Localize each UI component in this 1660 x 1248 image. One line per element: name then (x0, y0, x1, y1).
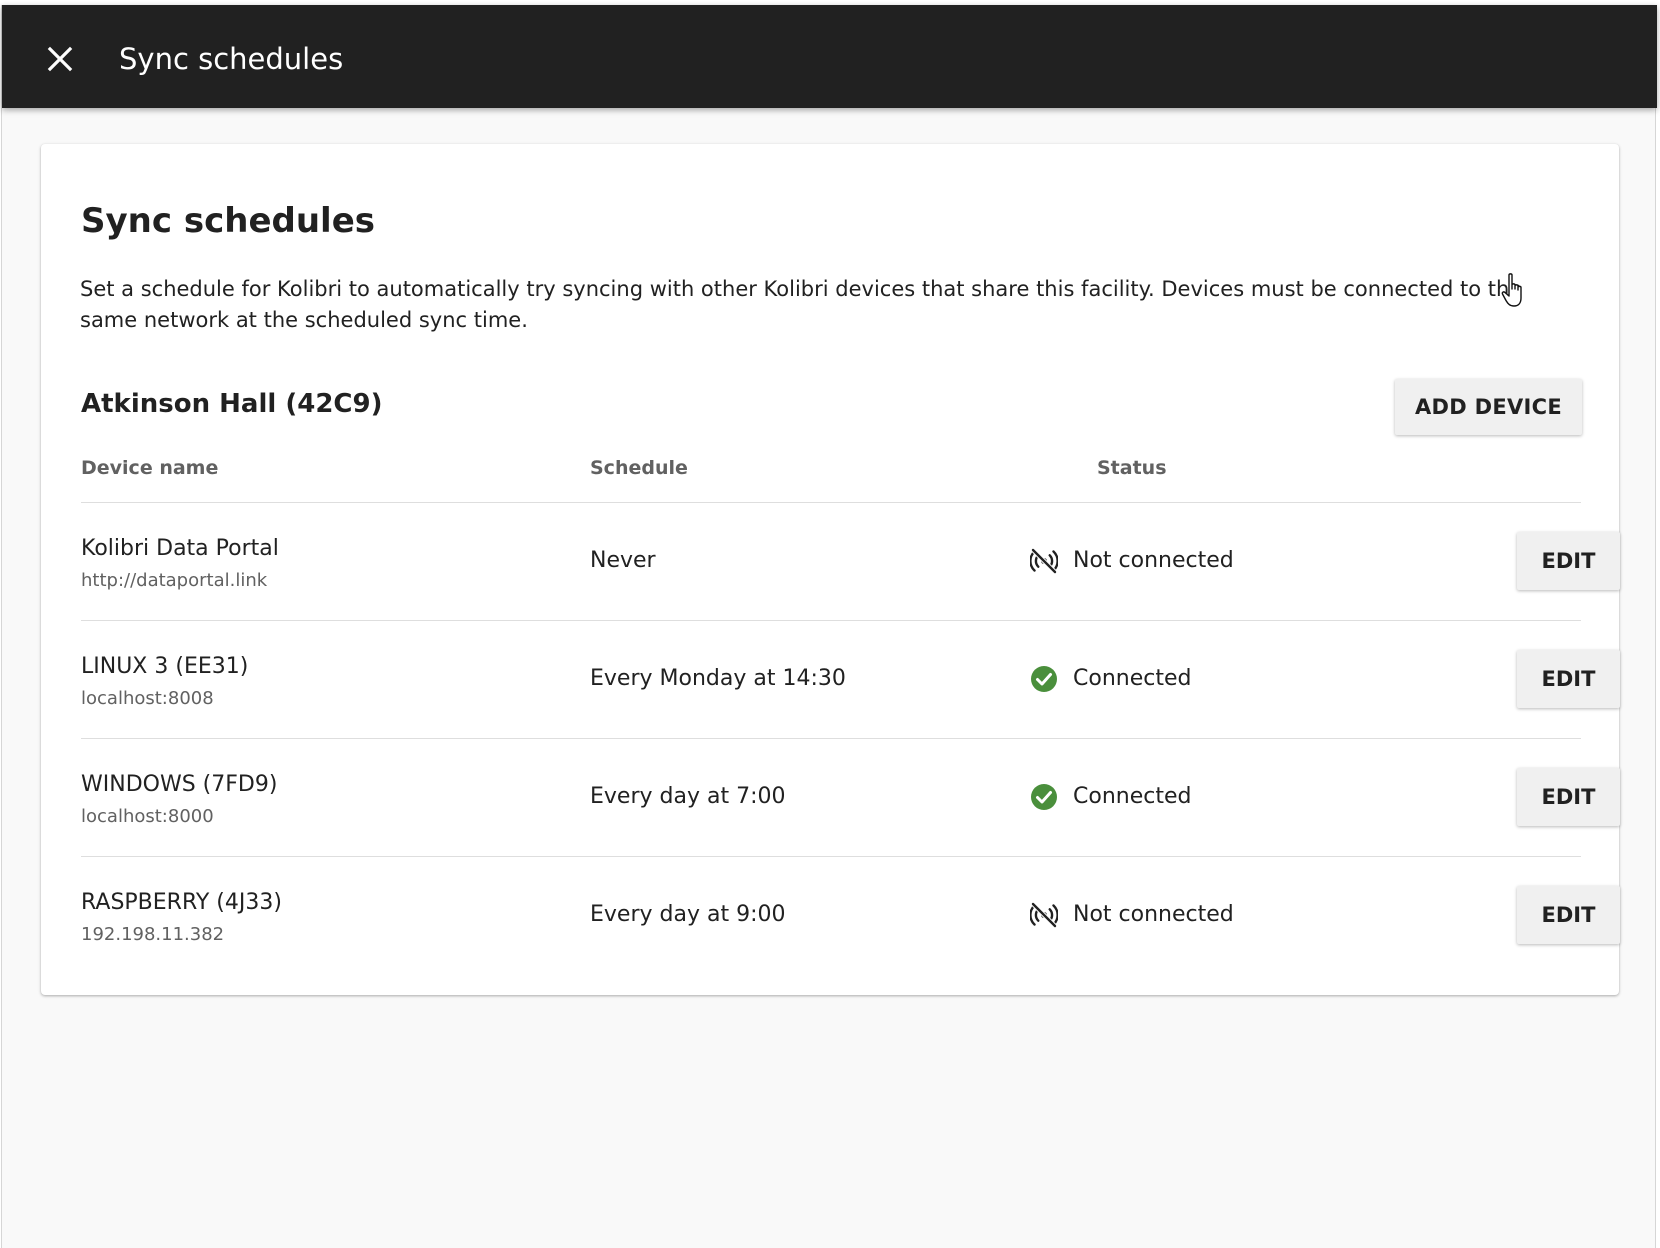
device-status: Not connected (1029, 545, 1234, 577)
edit-button[interactable]: EDIT (1517, 768, 1620, 826)
device-address: 192.198.11.382 (81, 924, 225, 945)
not-connected-icon (1029, 900, 1059, 930)
close-icon (47, 46, 73, 72)
device-address: http://dataportal.link (81, 570, 268, 591)
sync-schedules-card: Sync schedules Set a schedule for Kolibr… (41, 144, 1620, 995)
status-text: Not connected (1073, 902, 1234, 927)
table-row: WINDOWS (7FD9) localhost:8000 Every day … (81, 739, 1620, 857)
close-button[interactable] (38, 37, 82, 81)
status-text: Connected (1073, 666, 1192, 691)
device-schedule: Every Monday at 14:30 (590, 666, 846, 691)
edit-button[interactable]: EDIT (1517, 650, 1620, 708)
device-address: localhost:8008 (81, 688, 214, 709)
device-schedule: Every day at 9:00 (590, 902, 786, 927)
not-connected-icon (1029, 546, 1059, 576)
edit-button[interactable]: EDIT (1517, 886, 1620, 944)
page-frame: Sync schedules Sync schedules Set a sche… (1, 5, 1657, 1248)
table-header: Device name Schedule Status (81, 454, 1581, 503)
column-header-status: Status (1097, 457, 1167, 479)
device-name: RASPBERRY (4J33) (81, 890, 282, 915)
table-row: RASPBERRY (4J33) 192.198.11.382 Every da… (81, 857, 1620, 974)
status-text: Not connected (1073, 548, 1234, 573)
device-schedule: Never (590, 548, 656, 573)
column-header-schedule: Schedule (590, 457, 688, 479)
device-status: Not connected (1029, 899, 1234, 931)
device-status: Connected (1029, 663, 1191, 695)
add-device-button[interactable]: ADD DEVICE (1395, 379, 1582, 435)
pointer-cursor-icon (1501, 273, 1522, 307)
app-bar-title: Sync schedules (119, 42, 344, 76)
table-row: LINUX 3 (EE31) localhost:8008 Every Mond… (81, 621, 1620, 739)
page-title: Sync schedules (81, 201, 375, 241)
device-name: Kolibri Data Portal (81, 536, 279, 561)
device-name: LINUX 3 (EE31) (81, 654, 249, 679)
device-name: WINDOWS (7FD9) (81, 772, 278, 797)
check-circle-icon (1029, 664, 1059, 694)
page-description: Set a schedule for Kolibri to automatica… (80, 277, 1523, 332)
devices-table: Device name Schedule Status Kolibri Data… (81, 454, 1620, 974)
facility-name: Atkinson Hall (42C9) (81, 389, 383, 419)
check-circle-icon (1029, 782, 1059, 812)
column-header-device-name: Device name (81, 457, 219, 479)
device-schedule: Every day at 7:00 (590, 784, 786, 809)
table-row: Kolibri Data Portal http://dataportal.li… (81, 503, 1620, 621)
status-text: Connected (1073, 784, 1192, 809)
edit-button[interactable]: EDIT (1517, 532, 1620, 590)
device-address: localhost:8000 (81, 806, 214, 827)
app-bar: Sync schedules (2, 5, 1657, 108)
device-status: Connected (1029, 781, 1191, 813)
